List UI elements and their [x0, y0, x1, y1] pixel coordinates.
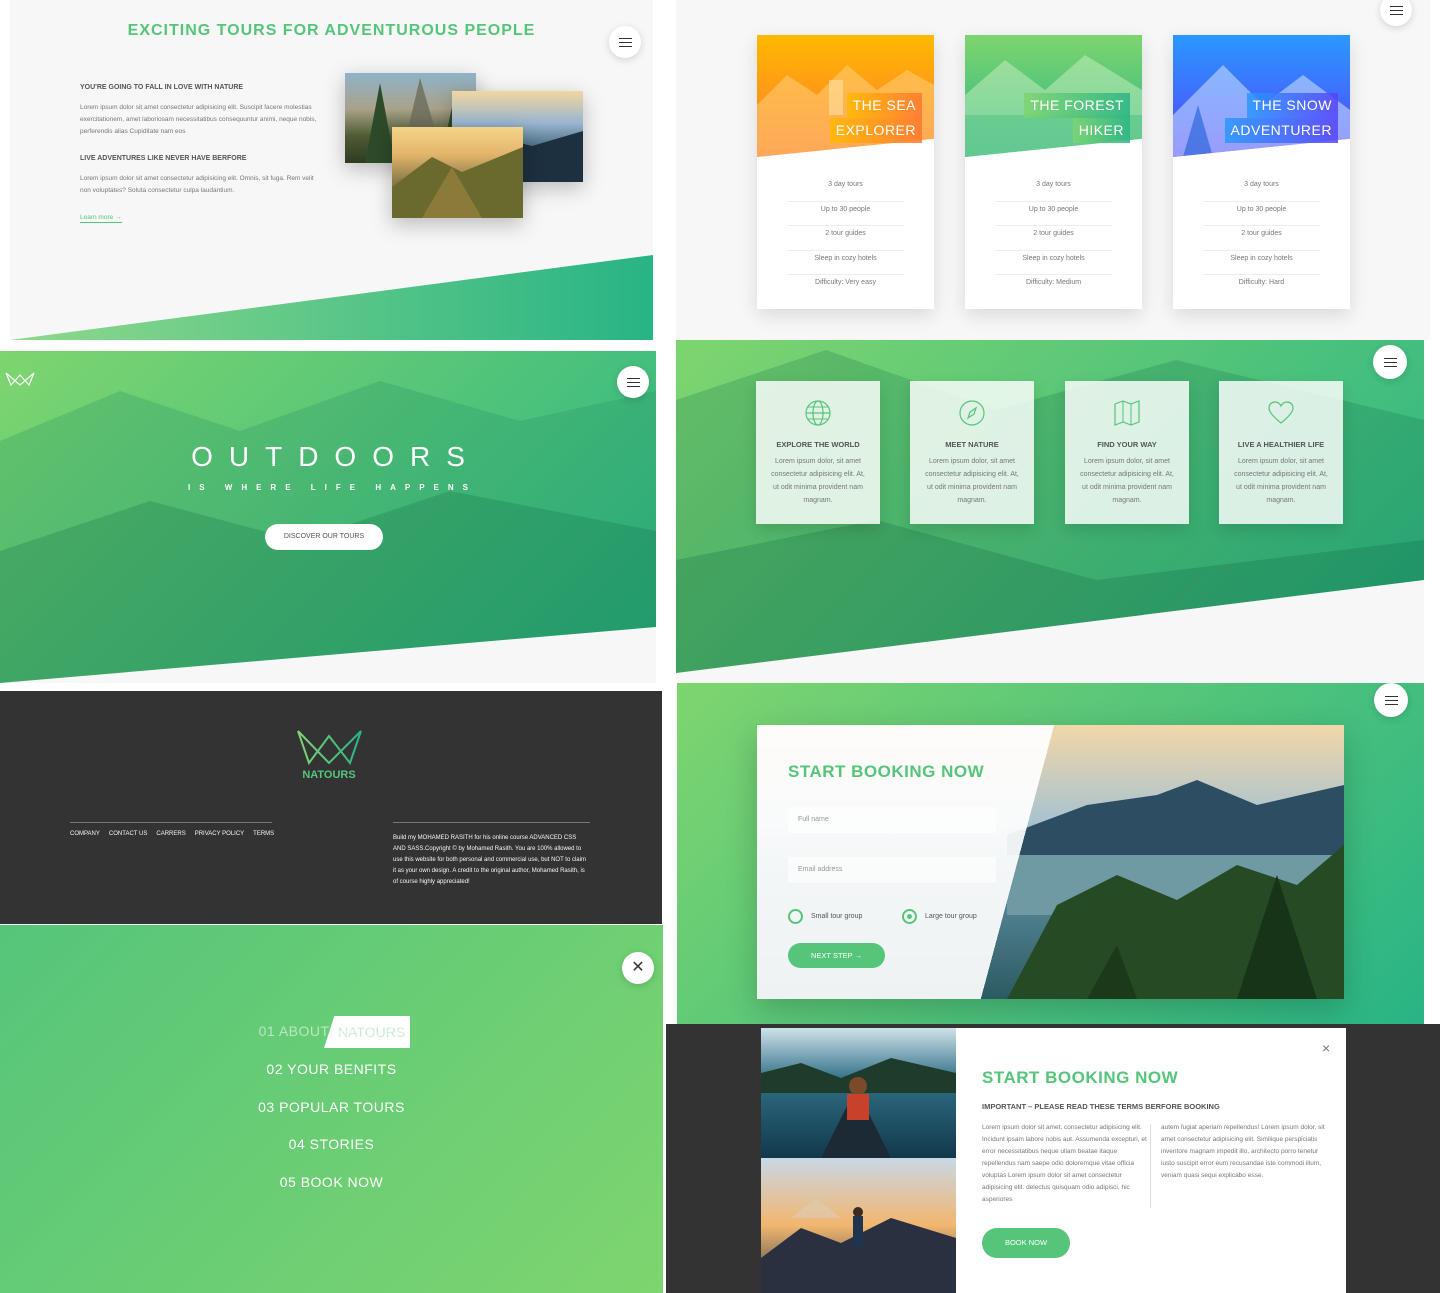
popup-subtitle: IMPORTANT – PLEASE READ THESE TERMS BERF… [982, 1102, 1220, 1111]
feature-box: MEET NATURE Lorem ipsum dolor, sit amet … [910, 381, 1034, 524]
natours-logo-text: NATOURS [302, 769, 356, 781]
nav-link-about[interactable]: 01 ABOUT NATOURS [0, 1023, 663, 1039]
footer-copyright: Build my MOHAMED RASITH for his online c… [393, 822, 590, 888]
book-now-button[interactable]: BOOK NOW [982, 1228, 1070, 1258]
natours-logo-icon[interactable] [5, 371, 35, 387]
radio-button-selected[interactable] [902, 909, 917, 924]
feature-title: LIVE A HEALTHIER LIFE [1237, 440, 1325, 449]
feature-text: Lorem ipsum dolor, sit amet consectetur … [1234, 458, 1328, 504]
radio-button[interactable] [788, 909, 803, 924]
popup-image-canoe [761, 1028, 956, 1293]
about-heading-1: YOU'RE GOING TO FALL IN LOVE WITH NATURE [80, 84, 244, 91]
popup-images [761, 1028, 956, 1293]
hamburger-icon [1384, 695, 1398, 705]
close-icon: ✕ [631, 959, 645, 976]
feature-text: Lorem ipsum dolor, sit amet consectetur … [925, 458, 1019, 504]
footer-nav: COMPANY CONTACT US CARRERS PRIVACY POLIC… [70, 822, 274, 837]
radio-label: Large tour group [925, 913, 977, 920]
feature-text: Lorem ipsum dolor, sit amet consectetur … [1080, 458, 1174, 504]
menu-button[interactable] [617, 366, 649, 398]
composition-photo-3[interactable] [392, 127, 523, 218]
feature-text: Lorem ipsum dolor, sit amet consectetur … [771, 458, 865, 504]
hero-header: OUTDOORS IS WHERE LIFE HAPPENS DISCOVER … [0, 351, 656, 683]
full-name-input[interactable]: Full name [788, 807, 996, 833]
learn-more-link[interactable]: Learn more → [80, 214, 122, 223]
radio-small-group[interactable]: Small tour group [788, 909, 862, 924]
tour-card-heading: THE SNOW ADVENTURER [1224, 93, 1338, 143]
menu-button[interactable] [1374, 683, 1408, 717]
tour-card-snow[interactable]: THE SNOW ADVENTURER 3 day tours Up to 30 p… [1173, 35, 1350, 309]
hero-background [0, 381, 656, 683]
nav-link-book[interactable]: 05 BOOK NOW [0, 1174, 663, 1190]
feature-title: FIND YOUR WAY [1097, 440, 1157, 449]
close-navigation-button[interactable]: ✕ [622, 952, 654, 984]
hamburger-icon [626, 377, 640, 387]
compass-icon [959, 400, 985, 426]
feature-box: FIND YOUR WAY Lorem ipsum dolor, sit ame… [1065, 381, 1189, 524]
close-popup-button[interactable]: × [1322, 1040, 1330, 1056]
next-step-button[interactable]: NEXT STEP → [788, 943, 885, 968]
menu-button[interactable] [609, 26, 641, 58]
popup-title: START BOOKING NOW [982, 1068, 1179, 1087]
features-section: EXPLORE THE WORLD Lorem ipsum dolor, sit… [676, 340, 1424, 683]
nav-link-benefits[interactable]: 02 YOUR BENFITS [0, 1061, 663, 1077]
discover-tours-button[interactable]: DISCOVER OUR TOURS [265, 524, 383, 550]
hero-title-main: OUTDOORS [191, 441, 481, 472]
tour-details-list: 3 day tours Up to 30 people 2 tour guides S… [787, 177, 904, 300]
about-paragraph-1: Lorem ipsum dolor sit amet consectetur a… [80, 104, 317, 135]
footer-link-careers[interactable]: CARRERS [156, 831, 185, 837]
tours-section: THE SEA EXPLORER 3 day tours Up to 30 peop… [676, 0, 1430, 340]
footer-link-contact[interactable]: CONTACT US [109, 831, 147, 837]
feature-title: MEET NATURE [945, 440, 999, 449]
tour-card-sea[interactable]: THE SEA EXPLORER 3 day tours Up to 30 peop… [757, 35, 934, 309]
feature-title: EXPLORE THE WORLD [776, 440, 860, 449]
email-input[interactable]: Email address [788, 857, 996, 883]
footer: NATOURS COMPANY CONTACT US CARRERS PRIVA… [0, 691, 662, 924]
footer-link-company[interactable]: COMPANY [70, 831, 100, 837]
about-section: EXCITING TOURS FOR ADVENTUROUS PEOPLE YO… [10, 0, 653, 340]
popup-content: × START BOOKING NOW IMPORTANT – PLEASE R… [761, 1028, 1346, 1293]
hamburger-icon [618, 37, 632, 47]
hamburger-icon [1389, 5, 1403, 15]
tour-card-forest[interactable]: THE FOREST HIKER 3 day tours Up to 30 peop… [965, 35, 1142, 309]
nav-link-tours[interactable]: 03 POPULAR TOURS [0, 1099, 663, 1115]
hero-title-sub: IS WHERE LIFE HAPPENS [187, 483, 477, 492]
radio-large-group[interactable]: Large tour group [902, 909, 977, 924]
column-divider [1150, 1124, 1151, 1208]
tour-details-list: 3 day tours Up to 30 people 2 tour guides S… [995, 177, 1112, 300]
hamburger-icon [1383, 357, 1397, 367]
feature-box: EXPLORE THE WORLD Lorem ipsum dolor, sit… [756, 381, 880, 524]
menu-button[interactable] [1380, 0, 1412, 26]
radio-label: Small tour group [811, 913, 863, 920]
nav-link-stories[interactable]: 04 STORIES [0, 1136, 663, 1152]
popup-overlay: × START BOOKING NOW IMPORTANT – PLEASE R… [666, 1024, 1440, 1293]
popup-text-col-1: Lorem ipsum dolor sit amet, consectetur … [982, 1124, 1147, 1203]
booking-title: START BOOKING NOW [788, 762, 985, 781]
tour-card-heading: THE SEA EXPLORER [829, 93, 922, 143]
navigation-overlay: ✕ NATOURS 01 ABOUT NATOURS 02 YOUR BENFI… [0, 925, 663, 1293]
about-heading-2: LIVE ADVENTURES LIKE NEVER HAVE BERFORE [80, 155, 247, 162]
booking-section: START BOOKING NOW Full name Email addres… [677, 683, 1424, 1024]
natours-logo-icon[interactable] [296, 728, 363, 766]
menu-button[interactable] [1373, 345, 1407, 379]
globe-icon [805, 400, 831, 426]
heart-icon [1268, 401, 1294, 424]
map-icon [1114, 400, 1140, 426]
tour-details-list: 3 day tours Up to 30 people 2 tour guides S… [1203, 177, 1320, 300]
tour-card-heading: THE FOREST HIKER [1024, 93, 1130, 143]
about-paragraph-2: Lorem ipsum dolor sit amet consectetur a… [80, 175, 314, 194]
booking-card: START BOOKING NOW Full name Email addres… [757, 725, 1344, 999]
footer-link-privacy[interactable]: PRIVACY POLICY [195, 831, 244, 837]
footer-link-terms[interactable]: TERMS [253, 831, 274, 837]
feature-box: LIVE A HEALTHIER LIFE Lorem ipsum dolor,… [1219, 381, 1343, 524]
section-title: EXCITING TOURS FOR ADVENTUROUS PEOPLE [127, 22, 536, 39]
popup-text-col-2: autem fugiat aperiam repellendus! Lorem … [1161, 1124, 1325, 1179]
